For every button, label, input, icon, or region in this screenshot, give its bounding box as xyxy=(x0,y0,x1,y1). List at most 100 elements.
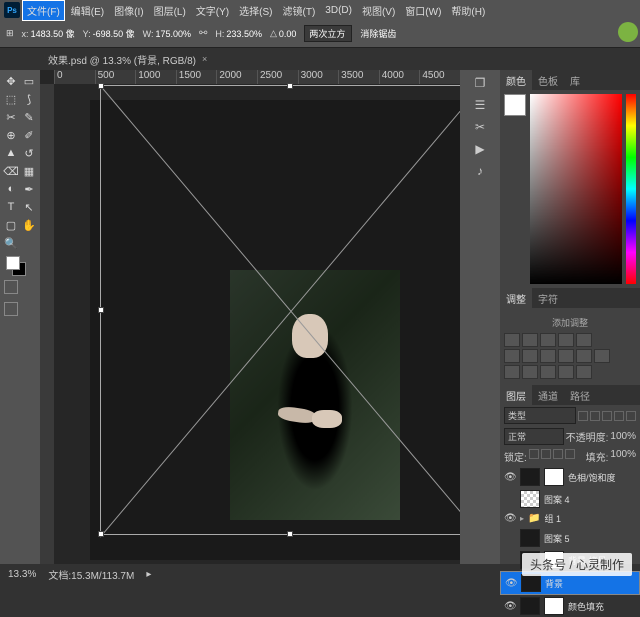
adj-threshold-icon[interactable] xyxy=(540,365,556,379)
properties-icon[interactable]: ☰ xyxy=(475,98,486,112)
transform-handle[interactable] xyxy=(98,307,104,313)
zoom-tool-icon[interactable]: 🔍 xyxy=(2,234,20,252)
layer-item[interactable]: 👁色相/饱和度 xyxy=(500,466,640,488)
transform-h[interactable]: 233.50% xyxy=(226,29,262,39)
lock-pixel-icon[interactable] xyxy=(541,449,551,459)
transform-handle[interactable] xyxy=(287,531,293,537)
color-picker[interactable] xyxy=(530,94,622,284)
visibility-icon[interactable]: 👁 xyxy=(504,472,516,483)
adj-bw-icon[interactable] xyxy=(540,349,556,363)
transform-angle[interactable]: 0.00 xyxy=(279,29,297,39)
close-tab-icon[interactable]: × xyxy=(202,54,207,64)
transform-handle[interactable] xyxy=(98,531,104,537)
history-brush-icon[interactable]: ↺ xyxy=(20,144,38,162)
menu-type[interactable]: 文字(Y) xyxy=(192,1,233,20)
menu-edit[interactable]: 编辑(E) xyxy=(67,1,108,20)
hue-slider[interactable] xyxy=(626,94,636,284)
marquee-tool-icon[interactable]: ⬚ xyxy=(2,90,20,108)
cc-status-icon[interactable] xyxy=(618,22,638,42)
layer-item[interactable]: 图案 5 xyxy=(500,527,640,549)
visibility-icon[interactable]: 👁 xyxy=(504,513,516,524)
menu-window[interactable]: 窗口(W) xyxy=(401,1,445,20)
interpolation-dropdown[interactable]: 两次立方 xyxy=(304,25,352,42)
tab-paths[interactable]: 路径 xyxy=(564,385,596,405)
menu-layer[interactable]: 图层(L) xyxy=(150,1,190,20)
layer-group[interactable]: 👁▸📁组 1 xyxy=(500,510,640,527)
healing-tool-icon[interactable]: ⊕ xyxy=(2,126,20,144)
foreground-color[interactable] xyxy=(6,256,20,270)
menu-image[interactable]: 图像(I) xyxy=(110,1,147,20)
path-tool-icon[interactable]: ↖ xyxy=(20,198,38,216)
shape-tool-icon[interactable]: ▢ xyxy=(2,216,20,234)
adj-gradmap-icon[interactable] xyxy=(558,365,574,379)
type-tool-icon[interactable]: T xyxy=(2,198,20,216)
filter-adj-icon[interactable] xyxy=(590,411,600,421)
eraser-tool-icon[interactable]: ⌫ xyxy=(2,162,20,180)
adj-curves-icon[interactable] xyxy=(540,333,556,347)
screenmode-icon[interactable] xyxy=(4,302,18,316)
fill-value[interactable]: 100% xyxy=(610,449,636,464)
quickmask-icon[interactable] xyxy=(4,280,18,294)
info-icon[interactable]: ▶ xyxy=(475,142,484,156)
doc-size[interactable]: 文档:15.3M/113.7M xyxy=(48,567,134,582)
tab-swatches[interactable]: 色板 xyxy=(532,70,564,90)
tab-character[interactable]: 字符 xyxy=(532,288,564,308)
stamp-tool-icon[interactable]: ▲ xyxy=(2,144,20,162)
move-tool-icon[interactable]: ✥ xyxy=(2,72,20,90)
transform-handle[interactable] xyxy=(98,83,104,89)
anchor-icon[interactable]: ⊞ xyxy=(6,28,14,39)
gradient-tool-icon[interactable]: ▦ xyxy=(20,162,38,180)
visibility-icon[interactable]: 👁 xyxy=(505,578,517,589)
menu-3d[interactable]: 3D(D) xyxy=(321,3,356,18)
adj-photo-icon[interactable] xyxy=(558,349,574,363)
blend-mode-dropdown[interactable]: 正常 xyxy=(504,428,564,445)
eyedropper-tool-icon[interactable]: ✎ xyxy=(20,108,38,126)
transform-x[interactable]: 1483.50 像 xyxy=(31,27,75,40)
menu-select[interactable]: 选择(S) xyxy=(235,1,276,20)
filter-shape-icon[interactable] xyxy=(614,411,624,421)
transform-y[interactable]: -698.50 像 xyxy=(93,27,135,40)
crop-tool-icon[interactable]: ✂ xyxy=(2,108,20,126)
adj-hue-icon[interactable] xyxy=(504,349,520,363)
adj-invert-icon[interactable] xyxy=(504,365,520,379)
brush-panel-icon[interactable]: ✂ xyxy=(475,120,485,134)
filter-pixel-icon[interactable] xyxy=(578,411,588,421)
brush-tool-icon[interactable]: ✐ xyxy=(20,126,38,144)
lock-trans-icon[interactable] xyxy=(529,449,539,459)
lasso-tool-icon[interactable]: ⟆ xyxy=(20,90,38,108)
adj-balance-icon[interactable] xyxy=(522,349,538,363)
filter-smart-icon[interactable] xyxy=(626,411,636,421)
fg-swatch[interactable] xyxy=(504,94,526,116)
dodge-tool-icon[interactable]: ◐ xyxy=(2,180,20,198)
filter-type-icon[interactable] xyxy=(602,411,612,421)
layer-item[interactable]: 👁颜色填充 xyxy=(500,595,640,617)
visibility-icon[interactable]: 👁 xyxy=(504,601,516,612)
tab-libraries[interactable]: 库 xyxy=(564,70,586,90)
transform-bounding-box[interactable] xyxy=(100,85,460,535)
canvas[interactable]: 050010001500200025003000350040004500 xyxy=(40,70,460,564)
hand-tool-icon[interactable]: ✋ xyxy=(20,216,38,234)
history-icon[interactable]: ❐ xyxy=(475,76,486,90)
actions-icon[interactable]: ♪ xyxy=(477,164,483,178)
menu-view[interactable]: 视图(V) xyxy=(358,1,399,20)
menu-file[interactable]: 文件(F) xyxy=(22,0,65,21)
adj-levels-icon[interactable] xyxy=(522,333,538,347)
adj-mixer-icon[interactable] xyxy=(576,349,592,363)
adj-brightness-icon[interactable] xyxy=(504,333,520,347)
transform-w[interactable]: 175.00% xyxy=(156,29,192,39)
zoom-level[interactable]: 13.3% xyxy=(8,569,36,580)
tab-color[interactable]: 颜色 xyxy=(500,70,532,90)
layer-item[interactable]: 图案 4 xyxy=(500,488,640,510)
pen-tool-icon[interactable]: ✒ xyxy=(20,180,38,198)
document-tab[interactable]: 效果.psd @ 13.3% (背景, RGB/8)× xyxy=(40,50,215,69)
adj-vibrance-icon[interactable] xyxy=(576,333,592,347)
tab-adjustments[interactable]: 调整 xyxy=(500,288,532,308)
menu-filter[interactable]: 滤镜(T) xyxy=(279,1,320,20)
opacity-value[interactable]: 100% xyxy=(610,431,636,442)
layer-kind-dropdown[interactable]: 类型 xyxy=(504,407,576,424)
adj-exposure-icon[interactable] xyxy=(558,333,574,347)
adj-selective-icon[interactable] xyxy=(576,365,592,379)
lock-pos-icon[interactable] xyxy=(553,449,563,459)
tab-layers[interactable]: 图层 xyxy=(500,385,532,405)
link-icon[interactable]: ⚯ xyxy=(199,28,207,39)
